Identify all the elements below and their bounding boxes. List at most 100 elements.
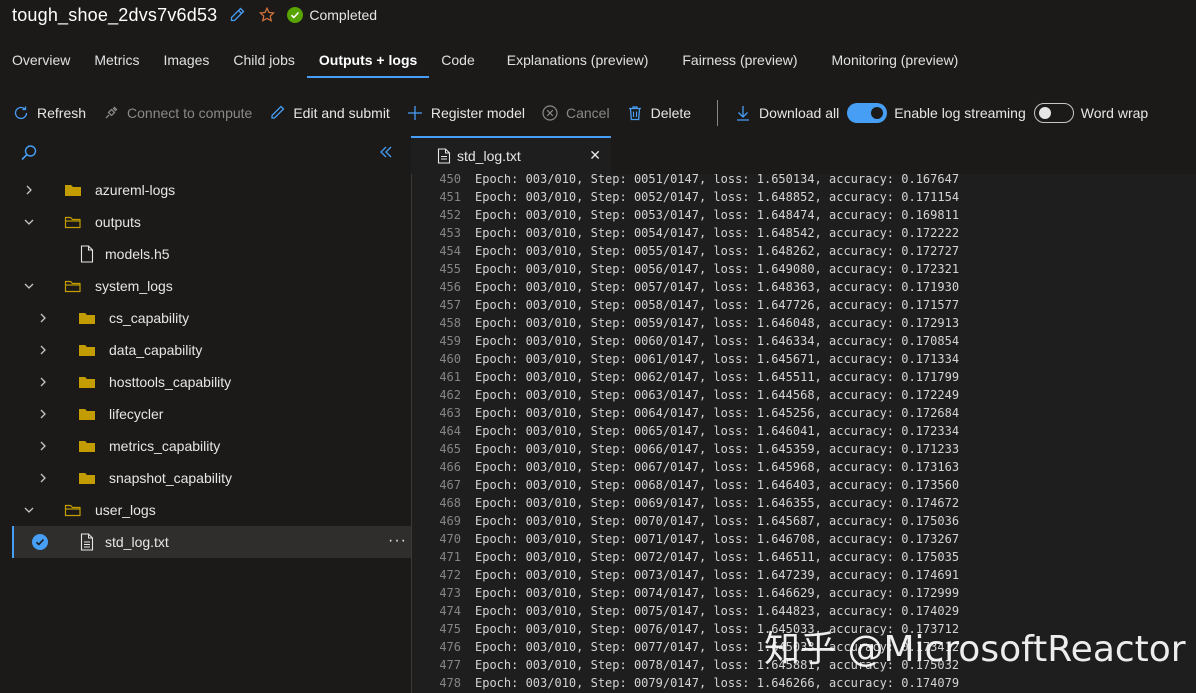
tree-item-std-log[interactable]: std_log.txt ··· <box>12 526 411 558</box>
log-text: Epoch: 003/010, Step: 0055/0147, loss: 1… <box>475 244 960 258</box>
file-icon <box>80 245 98 263</box>
tree-item-data-capability[interactable]: data_capability <box>12 334 411 366</box>
line-number: 464 <box>439 424 461 438</box>
chevron-right-icon[interactable] <box>22 183 36 197</box>
delete-button[interactable]: Delete <box>626 104 691 122</box>
log-line: 452 Epoch: 003/010, Step: 0053/0147, loss… <box>412 206 1196 224</box>
log-text: Epoch: 003/010, Step: 0054/0147, loss: 1… <box>475 226 960 240</box>
line-number: 472 <box>439 568 461 582</box>
close-icon[interactable]: ✕ <box>589 147 601 164</box>
line-number: 456 <box>439 280 461 294</box>
line-number: 451 <box>439 190 461 204</box>
tab-child-jobs[interactable]: Child jobs <box>221 44 306 78</box>
chevron-right-icon[interactable] <box>36 375 50 389</box>
tab-explanations[interactable]: Explanations (preview) <box>495 44 661 78</box>
tree-item-outputs[interactable]: outputs <box>12 206 411 238</box>
folder-open-icon <box>64 502 82 518</box>
tree-item-label: user_logs <box>95 502 156 518</box>
log-line: 465 Epoch: 003/010, Step: 0066/0147, loss… <box>412 440 1196 458</box>
chevron-down-icon[interactable] <box>22 503 36 517</box>
line-number: 461 <box>439 370 461 384</box>
log-viewer[interactable]: 450 Epoch: 003/010, Step: 0051/0147, loss… <box>411 174 1196 693</box>
line-number: 470 <box>439 532 461 546</box>
chevron-right-icon[interactable] <box>36 471 50 485</box>
log-line: 460 Epoch: 003/010, Step: 0061/0147, loss… <box>412 350 1196 368</box>
chevron-right-icon[interactable] <box>36 343 50 357</box>
more-options-icon[interactable]: ··· <box>388 532 407 550</box>
log-line: 453 Epoch: 003/010, Step: 0054/0147, loss… <box>412 224 1196 242</box>
log-text: Epoch: 003/010, Step: 0051/0147, loss: 1… <box>475 174 960 186</box>
register-model-button[interactable]: Register model <box>406 104 525 122</box>
tree-item-metrics-capability[interactable]: metrics_capability <box>12 430 411 462</box>
word-wrap-toggle-group: Word wrap <box>1033 103 1149 123</box>
tree-item-hosttools-capability[interactable]: hosttools_capability <box>12 366 411 398</box>
folder-icon <box>78 470 96 486</box>
log-line: 464 Epoch: 003/010, Step: 0065/0147, loss… <box>412 422 1196 440</box>
tree-item-snapshot-capability[interactable]: snapshot_capability <box>12 462 411 494</box>
word-wrap-label: Word wrap <box>1080 105 1149 121</box>
folder-icon <box>78 406 96 422</box>
tab-images[interactable]: Images <box>151 44 221 78</box>
tab-monitoring[interactable]: Monitoring (preview) <box>820 44 971 78</box>
log-text: Epoch: 003/010, Step: 0058/0147, loss: 1… <box>475 298 960 312</box>
tree-item-lifecycler[interactable]: lifecycler <box>12 398 411 430</box>
chevron-right-icon[interactable] <box>36 311 50 325</box>
line-number: 454 <box>439 244 461 258</box>
tree-item-azureml-logs[interactable]: azureml-logs <box>12 174 411 206</box>
log-line: 468 Epoch: 003/010, Step: 0069/0147, loss… <box>412 494 1196 512</box>
chevron-right-icon[interactable] <box>36 407 50 421</box>
editor-tab-std-log[interactable]: std_log.txt ✕ <box>411 136 611 174</box>
log-line: 456 Epoch: 003/010, Step: 0057/0147, loss… <box>412 278 1196 296</box>
selected-check-icon[interactable] <box>32 534 48 550</box>
tab-fairness[interactable]: Fairness (preview) <box>670 44 809 78</box>
pencil-icon[interactable] <box>227 5 247 25</box>
search-icon[interactable] <box>20 144 38 165</box>
tab-metrics[interactable]: Metrics <box>82 44 151 78</box>
tab-bar: Overview Metrics Images Child jobs Outpu… <box>0 44 970 78</box>
log-streaming-toggle[interactable] <box>847 103 888 123</box>
delete-label: Delete <box>650 105 692 121</box>
log-text: Epoch: 003/010, Step: 0068/0147, loss: 1… <box>475 478 960 492</box>
line-number: 467 <box>439 478 461 492</box>
log-text: Epoch: 003/010, Step: 0062/0147, loss: 1… <box>475 370 960 384</box>
refresh-button[interactable]: Refresh <box>12 104 86 122</box>
chevron-right-icon[interactable] <box>36 439 50 453</box>
line-number: 460 <box>439 352 461 366</box>
file-tree: azureml-logs outputs models.h5 system_lo… <box>12 174 411 558</box>
cancel-button[interactable]: Cancel <box>541 104 610 122</box>
tree-item-label: system_logs <box>95 278 173 294</box>
tree-item-user-logs[interactable]: user_logs <box>12 494 411 526</box>
word-wrap-toggle[interactable] <box>1033 103 1074 123</box>
connect-to-compute-button[interactable]: Connect to compute <box>102 104 252 122</box>
tree-item-system-logs[interactable]: system_logs <box>12 270 411 302</box>
log-text: Epoch: 003/010, Step: 0075/0147, loss: 1… <box>475 604 960 618</box>
folder-icon <box>78 374 96 390</box>
line-number: 453 <box>439 226 461 240</box>
tab-code[interactable]: Code <box>429 44 486 78</box>
log-text: Epoch: 003/010, Step: 0071/0147, loss: 1… <box>475 532 960 546</box>
log-line: 462 Epoch: 003/010, Step: 0063/0147, loss… <box>412 386 1196 404</box>
job-title: tough_shoe_2dvs7v6d53 <box>12 4 218 25</box>
log-line: 463 Epoch: 003/010, Step: 0064/0147, loss… <box>412 404 1196 422</box>
tab-overview[interactable]: Overview <box>0 44 82 78</box>
tree-item-models-h5[interactable]: models.h5 <box>12 238 411 270</box>
status-label: Completed <box>309 7 378 23</box>
chevron-down-icon[interactable] <box>22 215 36 229</box>
line-number: 463 <box>439 406 461 420</box>
log-text: Epoch: 003/010, Step: 0053/0147, loss: 1… <box>475 208 960 222</box>
tree-item-label: outputs <box>95 214 141 230</box>
double-chevron-left-icon[interactable] <box>378 144 394 163</box>
chevron-down-icon[interactable] <box>22 279 36 293</box>
download-all-button[interactable]: Download all <box>734 104 839 122</box>
tab-outputs-logs[interactable]: Outputs + logs <box>306 44 430 78</box>
log-line: 473 Epoch: 003/010, Step: 0074/0147, loss… <box>412 584 1196 602</box>
log-text: Epoch: 003/010, Step: 0064/0147, loss: 1… <box>475 406 960 420</box>
edit-and-submit-button[interactable]: Edit and submit <box>268 104 390 122</box>
toggle-knob <box>1038 107 1051 119</box>
star-icon[interactable] <box>257 5 277 25</box>
tree-item-cs-capability[interactable]: cs_capability <box>12 302 411 334</box>
folder-icon <box>78 310 96 326</box>
log-text: Epoch: 003/010, Step: 0060/0147, loss: 1… <box>475 334 960 348</box>
log-line: 478 Epoch: 003/010, Step: 0079/0147, loss… <box>412 674 1196 692</box>
plug-icon <box>105 106 118 119</box>
